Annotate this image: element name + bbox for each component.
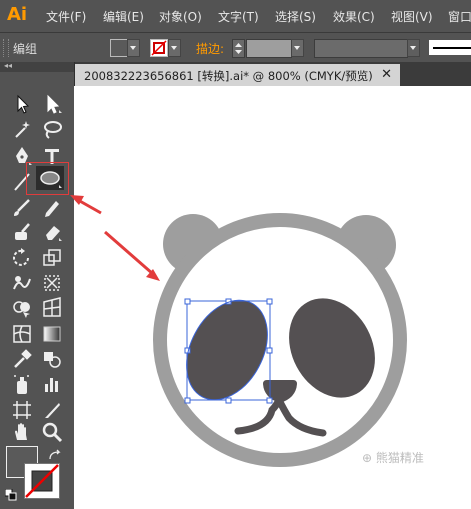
blob-brush-icon[interactable]	[10, 220, 34, 244]
paintbrush-icon[interactable]	[10, 195, 34, 219]
stroke-weight-dropdown[interactable]	[291, 39, 304, 57]
selection-tool-icon[interactable]	[10, 92, 34, 116]
perspective-grid-icon[interactable]	[40, 296, 64, 320]
artboard-canvas[interactable]	[74, 86, 471, 509]
direct-selection-tool-icon[interactable]	[40, 92, 64, 116]
stroke-label[interactable]: 描边:	[196, 40, 224, 57]
scale-tool-icon[interactable]	[40, 246, 64, 270]
tools-panel-header[interactable]: ◂◂	[0, 61, 74, 72]
menu-select[interactable]: 选择(S)	[275, 8, 316, 25]
fill-color-swatch[interactable]	[110, 39, 128, 57]
hand-tool-icon[interactable]	[10, 420, 34, 444]
magic-wand-icon[interactable]	[10, 117, 34, 141]
watermark: ⊕ 熊猫精准	[362, 451, 424, 465]
app-logo: Ai	[7, 4, 28, 25]
document-tab[interactable]: 200832223656861 [转换].ai* @ 800% (CMYK/预览…	[74, 64, 400, 86]
panel-grip[interactable]	[3, 39, 9, 57]
zoom-tool-icon[interactable]	[40, 420, 64, 444]
menu-object[interactable]: 对象(O)	[159, 8, 202, 25]
menu-window[interactable]: 窗口	[448, 8, 471, 25]
symbol-sprayer-icon[interactable]	[10, 372, 34, 396]
gradient-tool-icon[interactable]	[40, 322, 64, 346]
eyedropper-icon[interactable]	[10, 347, 34, 371]
document-title: 200832223656861 [转换].ai* @ 800% (CMYK/预览…	[84, 69, 373, 83]
artboard-tool-icon[interactable]	[10, 398, 34, 422]
menu-file[interactable]: 文件(F)	[46, 8, 86, 25]
collapse-icon[interactable]: ◂◂	[4, 61, 12, 70]
control-bar: 编组 描边:	[0, 32, 471, 64]
ellipse-tool-icon[interactable]	[36, 166, 64, 190]
stroke-weight-stepper[interactable]	[232, 39, 245, 58]
menu-effect[interactable]: 效果(C)	[333, 8, 375, 25]
mesh-tool-icon[interactable]	[10, 322, 34, 346]
column-graph-icon[interactable]	[40, 372, 64, 396]
menu-edit[interactable]: 编辑(E)	[103, 8, 144, 25]
slice-tool-icon[interactable]	[40, 398, 64, 422]
free-transform-icon[interactable]	[40, 271, 64, 295]
rotate-tool-icon[interactable]	[10, 246, 34, 270]
selection-type-label: 编组	[13, 42, 38, 56]
stroke-dropdown[interactable]	[168, 39, 181, 57]
brush-definition-preview[interactable]	[429, 40, 471, 55]
menu-bar: Ai 文件(F) 编辑(E) 对象(O) 文字(T) 选择(S) 效果(C) 视…	[0, 0, 471, 32]
stroke-color-swatch[interactable]	[150, 39, 168, 57]
shape-builder-icon[interactable]	[10, 296, 34, 320]
pencil-icon[interactable]	[40, 195, 64, 219]
menu-view[interactable]: 视图(V)	[391, 8, 433, 25]
no-stroke-icon	[151, 40, 167, 56]
eraser-icon[interactable]	[40, 220, 64, 244]
lasso-icon[interactable]	[40, 117, 64, 141]
profile-dropdown[interactable]	[407, 39, 420, 57]
swap-colors-icon[interactable]	[48, 446, 62, 460]
tools-panel: ◂◂	[0, 61, 75, 509]
blend-tool-icon[interactable]	[40, 347, 64, 371]
fill-dropdown[interactable]	[127, 39, 140, 57]
menu-type[interactable]: 文字(T)	[218, 8, 259, 25]
document-tab-bar: 200832223656861 [转换].ai* @ 800% (CMYK/预览…	[74, 62, 471, 86]
stroke-swatch-icon[interactable]	[24, 463, 60, 499]
default-colors-icon[interactable]	[4, 486, 17, 501]
variable-width-profile[interactable]	[314, 39, 408, 58]
warp-tool-icon[interactable]	[10, 271, 34, 295]
stroke-weight-input[interactable]	[246, 39, 292, 58]
close-tab-icon[interactable]: ✕	[381, 67, 392, 82]
